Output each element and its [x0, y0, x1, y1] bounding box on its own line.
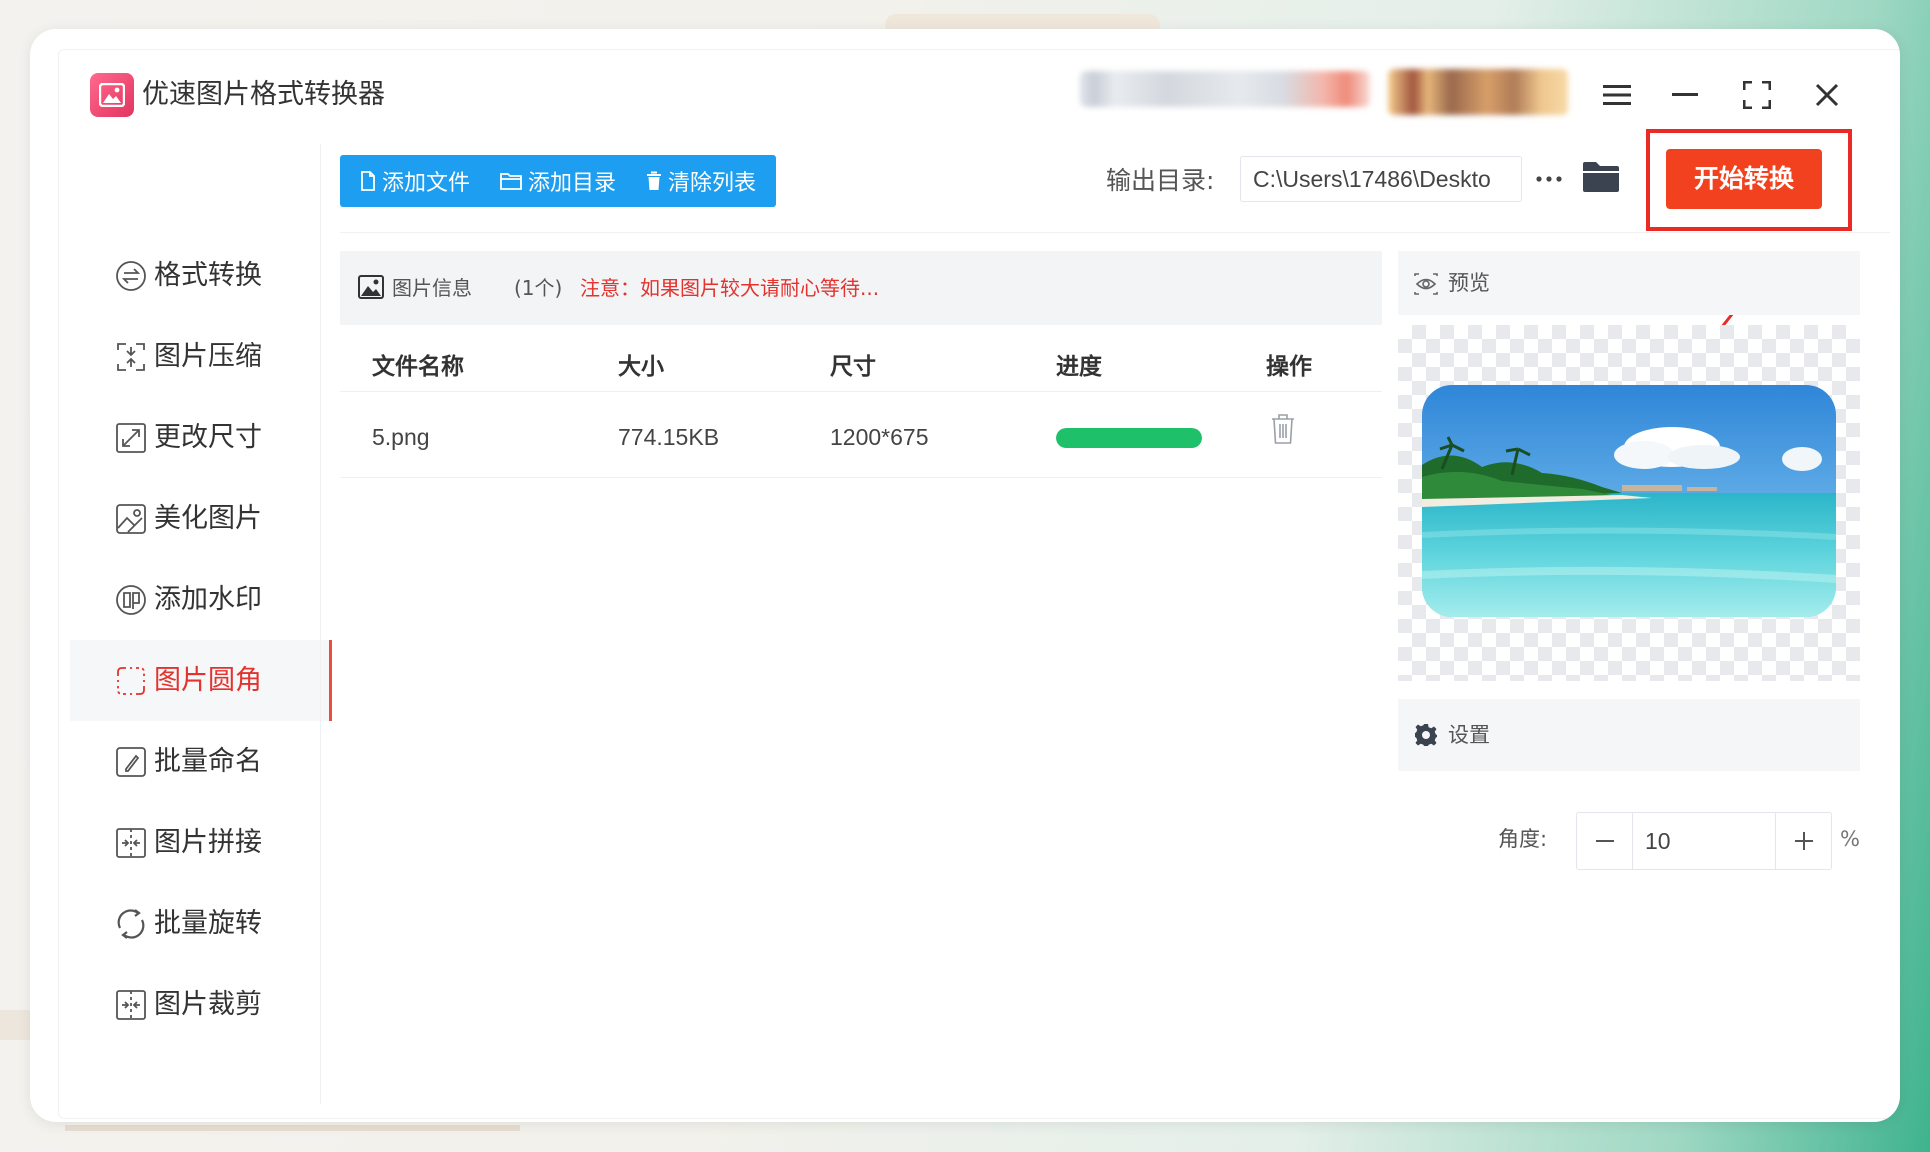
- sidebar-item-label: 图片裁剪: [154, 989, 262, 1020]
- crop-icon: [116, 990, 146, 1020]
- close-icon: [1815, 83, 1839, 107]
- sidebar-item-label: 批量命名: [154, 746, 262, 777]
- sidebar-item-label: 添加水印: [154, 584, 262, 615]
- resize-icon: [116, 423, 146, 453]
- background-decoration: [0, 1010, 30, 1040]
- sidebar: 格式转换 图片压缩 更改尺寸 美化图片 添加水印 图片圆角 批量命名 图片拼接: [70, 235, 332, 1095]
- sidebar-item-label: 图片圆角: [154, 665, 262, 696]
- file-progress-bar: [1056, 428, 1202, 448]
- app-title: 优速图片格式转换器: [142, 79, 385, 110]
- increment-button[interactable]: [1775, 813, 1831, 869]
- sidebar-item-beautify[interactable]: 美化图片: [70, 478, 332, 559]
- watermark-icon: [116, 585, 146, 615]
- compress-icon: [117, 343, 145, 371]
- maximize-button[interactable]: [1738, 76, 1776, 114]
- angle-stepper: [1576, 812, 1832, 870]
- sidebar-item-label: 图片拼接: [154, 827, 262, 858]
- settings-label: 设置: [1448, 723, 1490, 747]
- rounded-corner-icon: [117, 667, 145, 695]
- clear-list-button[interactable]: 清除列表: [646, 155, 756, 207]
- minimize-button[interactable]: [1666, 76, 1704, 114]
- blurred-avatar: [1388, 69, 1568, 115]
- gear-icon: [1415, 724, 1437, 746]
- preview-image: [1422, 385, 1836, 617]
- sidebar-divider: [320, 144, 321, 1104]
- maximize-icon: [1743, 81, 1771, 109]
- folder-icon: [1583, 162, 1619, 192]
- trash-icon: [1272, 414, 1294, 444]
- output-directory-label: 输出目录:: [1106, 166, 1215, 195]
- add-directory-button[interactable]: 添加目录: [500, 155, 616, 207]
- trash-icon: [647, 171, 662, 190]
- close-button[interactable]: [1808, 76, 1846, 114]
- sidebar-item-label: 更改尺寸: [154, 422, 262, 453]
- file-icon: [361, 171, 375, 191]
- menu-button[interactable]: [1598, 76, 1636, 114]
- app-logo: [90, 73, 134, 117]
- file-size-cell: 774.15KB: [618, 424, 720, 450]
- column-header-dimensions: 尺寸: [830, 354, 876, 380]
- column-header-progress: 进度: [1056, 354, 1102, 380]
- angle-input[interactable]: [1645, 813, 1765, 869]
- file-info-title: 图片信息: [392, 276, 472, 300]
- sidebar-item-label: 批量旋转: [154, 908, 262, 939]
- angle-unit: %: [1840, 827, 1860, 851]
- background-decoration: [65, 1125, 520, 1131]
- column-header-action: 操作: [1266, 354, 1312, 380]
- clear-list-label: 清除列表: [668, 171, 757, 196]
- rotate-icon: [117, 909, 145, 939]
- sidebar-item-stitch[interactable]: 图片拼接: [70, 802, 332, 883]
- image-icon: [358, 275, 384, 299]
- decrement-button[interactable]: [1577, 813, 1633, 869]
- sidebar-item-resize[interactable]: 更改尺寸: [70, 397, 332, 478]
- beautify-icon: [116, 504, 146, 534]
- sidebar-item-rename[interactable]: 批量命名: [70, 721, 332, 802]
- ellipsis-icon: [1536, 176, 1562, 182]
- preview-label: 预览: [1448, 271, 1490, 295]
- progress-fill: [1056, 428, 1202, 448]
- sidebar-item-crop[interactable]: 图片裁剪: [70, 964, 332, 1045]
- file-toolbar: 添加文件 添加目录 清除列表: [340, 155, 776, 207]
- sidebar-item-format-convert[interactable]: 格式转换: [70, 235, 332, 316]
- column-header-size: 大小: [618, 354, 664, 380]
- file-count: (1个): [514, 276, 563, 300]
- format-convert-icon: [116, 261, 146, 291]
- sidebar-item-label: 图片压缩: [154, 341, 262, 372]
- angle-label: 角度:: [1498, 827, 1548, 851]
- sidebar-item-rounded-corner[interactable]: 图片圆角: [70, 640, 332, 721]
- open-folder-button[interactable]: [1581, 160, 1621, 196]
- sidebar-item-label: 格式转换: [154, 260, 262, 291]
- delete-file-button[interactable]: [1270, 413, 1300, 449]
- file-info-header: 图片信息 (1个) 注意：如果图片较大请耐心等待...: [340, 251, 1382, 325]
- preview-header: 预览: [1398, 251, 1860, 315]
- toolbar-divider: [340, 232, 1890, 233]
- blurred-account-info: [1080, 71, 1370, 107]
- sidebar-item-rotate[interactable]: 批量旋转: [70, 883, 332, 964]
- app-window: 优速图片格式转换器 格式转换 图片压缩 更改尺寸 美化图片 添加水印 图片圆角 …: [30, 29, 1900, 1122]
- table-row-divider: [340, 477, 1382, 478]
- table-header-divider: [340, 391, 1382, 392]
- add-file-label: 添加文件: [382, 171, 471, 196]
- sidebar-item-watermark[interactable]: 添加水印: [70, 559, 332, 640]
- plus-icon: [1794, 832, 1813, 850]
- add-file-button[interactable]: 添加文件: [360, 155, 470, 207]
- eye-icon: [1414, 273, 1438, 295]
- more-options-button[interactable]: [1534, 156, 1564, 202]
- rename-icon: [116, 747, 146, 777]
- minus-icon: [1595, 839, 1614, 842]
- sidebar-item-compress[interactable]: 图片压缩: [70, 316, 332, 397]
- stitch-icon: [116, 828, 146, 858]
- start-convert-button[interactable]: 开始转换: [1666, 149, 1822, 209]
- warning-text: 注意：如果图片较大请耐心等待...: [580, 276, 880, 300]
- column-header-filename: 文件名称: [372, 354, 464, 380]
- output-directory-field[interactable]: C:\Users\17486\Deskto: [1240, 156, 1522, 202]
- folder-outline-icon: [500, 173, 522, 190]
- file-name-cell: 5.png: [372, 424, 430, 450]
- sidebar-item-label: 美化图片: [154, 503, 262, 534]
- file-dimensions-cell: 1200*675: [830, 424, 929, 450]
- add-directory-label: 添加目录: [528, 171, 617, 196]
- minimize-icon: [1672, 93, 1698, 96]
- menu-icon: [1603, 85, 1631, 105]
- settings-header: 设置: [1398, 699, 1860, 771]
